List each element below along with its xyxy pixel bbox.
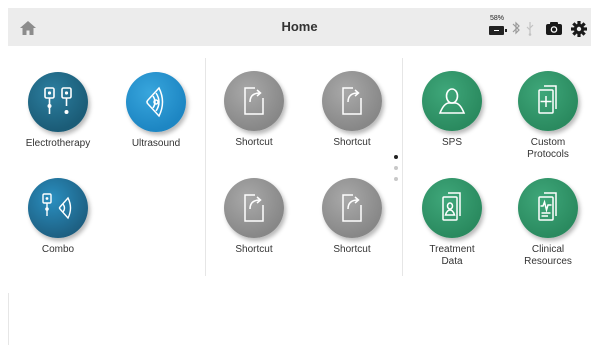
shortcut-icon: [322, 178, 382, 238]
page-dot[interactable]: [394, 177, 398, 181]
tile-ultrasound[interactable]: Ultrasound: [108, 62, 204, 172]
page-dot-active[interactable]: [394, 155, 398, 159]
tile-custom-protocols[interactable]: Custom Protocols: [500, 61, 591, 171]
tile-label: Clinical Resources: [524, 244, 572, 267]
tile-label: Shortcut: [235, 137, 273, 148]
usb-icon: [525, 16, 535, 40]
panel-divider: [402, 58, 403, 276]
tile-shortcut[interactable]: Shortcut: [304, 61, 400, 171]
page-indicator[interactable]: [393, 150, 399, 186]
settings-gear-icon[interactable]: [570, 16, 588, 40]
clinical-resources-icon: [518, 178, 578, 238]
tile-label: Shortcut: [235, 244, 273, 255]
shortcut-icon: [322, 71, 382, 131]
sps-person-icon: [422, 71, 482, 131]
shortcut-icon: [224, 178, 284, 238]
tile-shortcut[interactable]: Shortcut: [304, 168, 400, 278]
treatment-data-icon: [422, 178, 482, 238]
tile-label: Combo: [41, 244, 75, 255]
shortcut-icon: [224, 71, 284, 131]
tile-label: Electrotherapy: [25, 138, 91, 149]
tile-treatment-data[interactable]: Treatment Data: [404, 168, 500, 278]
custom-protocols-icon: [518, 71, 578, 131]
bottom-left-edge-line: [8, 293, 9, 345]
tile-clinical-resources[interactable]: Clinical Resources: [500, 168, 591, 278]
ultrasound-icon: [126, 72, 186, 132]
tile-sps[interactable]: SPS: [404, 61, 500, 171]
electrotherapy-icon: [28, 72, 88, 132]
tile-label: Shortcut: [333, 244, 371, 255]
battery-icon: 58%: [488, 15, 507, 40]
top-bar: Home 58%: [8, 8, 591, 46]
tile-shortcut[interactable]: Shortcut: [206, 168, 302, 278]
tile-label: Custom Protocols: [527, 137, 569, 160]
tile-combo[interactable]: Combo: [10, 168, 106, 278]
tile-label: SPS: [441, 137, 462, 148]
battery-percent: 58%: [489, 15, 504, 22]
bluetooth-icon: [510, 16, 522, 40]
tile-label: Ultrasound: [131, 138, 181, 149]
tile-shortcut[interactable]: Shortcut: [206, 61, 302, 171]
tile-electrotherapy[interactable]: Electrotherapy: [10, 62, 106, 172]
combo-icon: [28, 178, 88, 238]
tile-label: Shortcut: [333, 137, 371, 148]
camera-icon[interactable]: [544, 16, 564, 40]
tile-label: Treatment Data: [429, 244, 475, 267]
page-dot[interactable]: [394, 166, 398, 170]
